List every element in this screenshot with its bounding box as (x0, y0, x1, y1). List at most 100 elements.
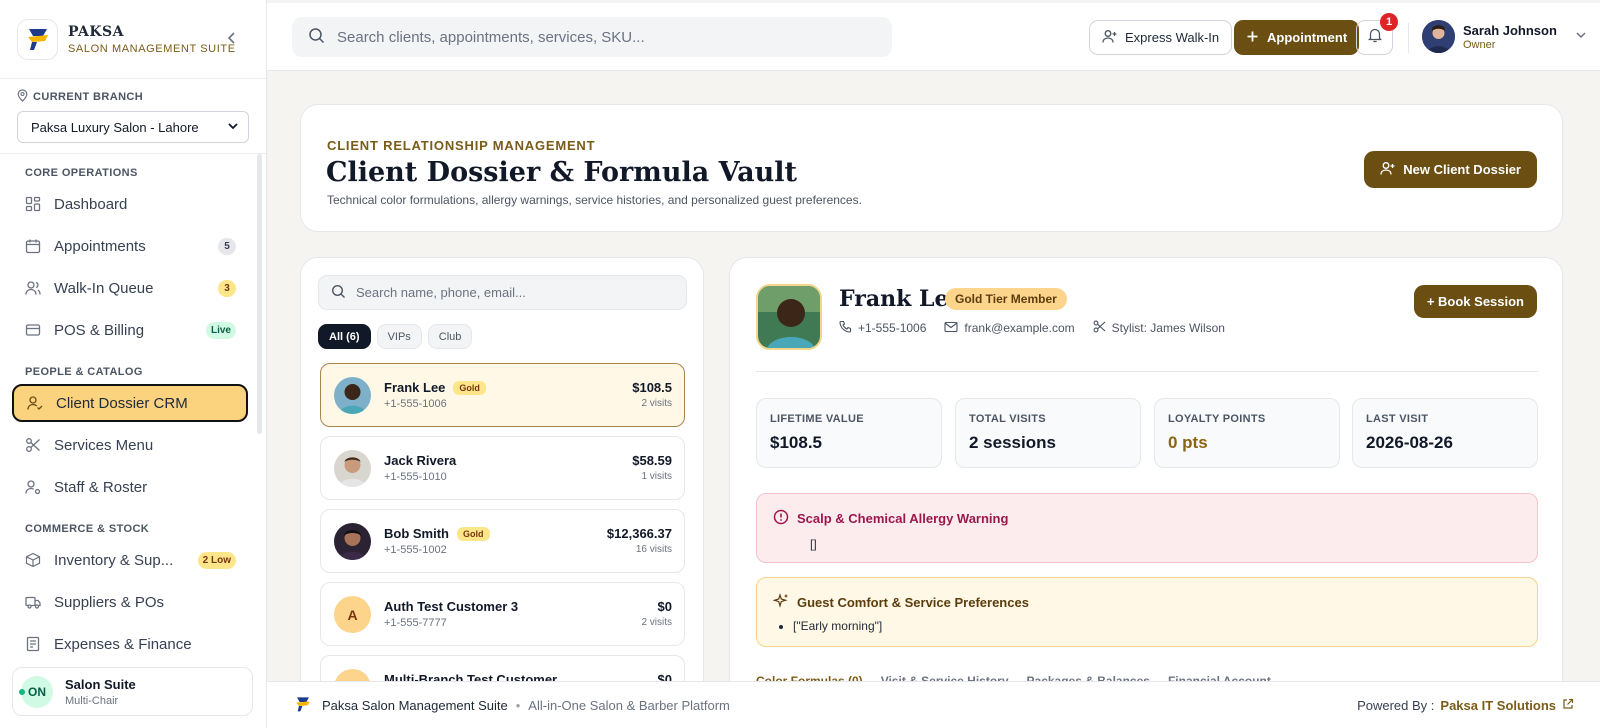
sidebar-item-walk-in-queue[interactable]: Walk-In Queue 3 (12, 269, 248, 307)
preferences-list: ["Early morning"] (793, 619, 1521, 633)
location-pin-icon (17, 89, 28, 105)
client-row[interactable]: Frank Lee Gold +1-555-1006 $108.5 2 visit… (320, 363, 685, 427)
client-name: Frank Lee (384, 380, 446, 395)
allergy-body: [] (810, 537, 817, 551)
sparkles-icon (772, 593, 789, 612)
calendar-icon (25, 238, 41, 254)
powered-by-link[interactable]: Paksa IT Solutions (1440, 698, 1556, 713)
section-core-operations: CORE OPERATIONS (25, 167, 138, 179)
preferences-title: Guest Comfort & Service Preferences (797, 595, 1029, 610)
search-placeholder: Search clients, appointments, services, … (337, 28, 645, 46)
appointments-count-badge: 5 (218, 238, 236, 255)
pos-live-badge: Live (205, 322, 236, 339)
client-avatar-initial: A (334, 596, 371, 633)
client-avatar (334, 450, 371, 487)
new-client-dossier-button[interactable]: New Client Dossier (1364, 151, 1537, 188)
sidebar-scrollbar[interactable] (257, 154, 262, 434)
receipt-icon (25, 636, 41, 652)
footer: Paksa Salon Management Suite • All-in-On… (267, 681, 1600, 728)
filter-all[interactable]: All (6) (318, 324, 371, 349)
branch-select[interactable]: Paksa Luxury Salon - Lahore (17, 111, 249, 143)
brand-logo[interactable] (17, 18, 58, 60)
stat-lifetime-value: LIFETIME VALUE $108.5 (756, 398, 942, 468)
sidebar-item-staff-roster[interactable]: Staff & Roster (12, 468, 248, 506)
sidebar-item-inventory[interactable]: Inventory & Sup... 2 Low (12, 541, 248, 579)
client-avatar (334, 523, 371, 560)
mail-icon (944, 321, 958, 336)
suite-status-card[interactable]: ON Salon Suite Multi-Chair (12, 667, 253, 716)
truck-icon (25, 594, 41, 610)
chevron-down-icon (227, 120, 239, 135)
stat-loyalty-points: LOYALTY POINTS 0 pts (1154, 398, 1340, 468)
client-email-meta[interactable]: frank@example.com (944, 320, 1075, 336)
search-icon (308, 27, 325, 48)
brand-header: PAKSA SALON MANAGEMENT SUITE (0, 0, 266, 79)
client-phone-meta[interactable]: +1-555-1006 (839, 320, 926, 336)
brand-name: PAKSA (68, 23, 125, 40)
user-name: Sarah Johnson (1463, 22, 1557, 38)
collapse-sidebar-icon[interactable] (224, 30, 242, 48)
client-detail-name: Frank Lee (839, 286, 963, 312)
suite-sub: Multi-Chair (65, 694, 119, 707)
client-filter-chips: All (6) VIPs Club (318, 324, 473, 349)
dashboard-icon (25, 196, 41, 212)
external-link-icon (1562, 698, 1574, 713)
allergy-title: Scalp & Chemical Allergy Warning (797, 511, 1009, 526)
stat-last-visit: LAST VISIT 2026-08-26 (1352, 398, 1538, 468)
client-name: Jack Rivera (384, 453, 457, 468)
client-stylist-meta: Stylist: James Wilson (1093, 320, 1225, 336)
sidebar-item-appointments[interactable]: Appointments 5 (12, 227, 248, 265)
chevron-down-icon (1575, 29, 1587, 44)
walk-in-count-badge: 3 (218, 280, 236, 297)
client-amount: $0 (657, 599, 672, 614)
page-subtitle: Technical color formulations, allergy wa… (327, 193, 862, 207)
new-appointment-button[interactable]: Appointment (1234, 20, 1360, 55)
section-people-catalog: PEOPLE & CATALOG (25, 366, 143, 378)
user-check-icon (27, 395, 43, 411)
sidebar-item-services-menu[interactable]: Services Menu (12, 426, 248, 464)
footer-product-name: Paksa Salon Management Suite (322, 697, 508, 713)
gold-tag: Gold (457, 526, 490, 541)
filter-vips[interactable]: VIPs (376, 324, 422, 349)
search-icon (331, 284, 346, 302)
user-role: Owner (1463, 38, 1496, 51)
client-visits: 2 visits (641, 398, 672, 409)
sidebar-item-pos-billing[interactable]: POS & Billing Live (12, 311, 248, 349)
sidebar-item-dashboard[interactable]: Dashboard (12, 185, 248, 223)
notifications-button[interactable]: 1 (1356, 13, 1398, 55)
client-avatar (334, 377, 371, 414)
suite-name: Salon Suite (65, 676, 136, 692)
client-row[interactable]: Bob Smith Gold +1-555-1002 $12,366.37 16 … (320, 509, 685, 573)
user-avatar (1422, 20, 1455, 53)
client-list-panel: Search name, phone, email... All (6) VIP… (300, 257, 704, 687)
allergy-warning-box: Scalp & Chemical Allergy Warning [] (756, 493, 1538, 563)
brand-subtitle: SALON MANAGEMENT SUITE (68, 42, 236, 55)
sidebar-item-client-dossier-crm[interactable]: Client Dossier CRM (12, 384, 248, 422)
global-search-input[interactable]: Search clients, appointments, services, … (292, 17, 892, 57)
client-row[interactable]: Jack Rivera +1-555-1010 $58.59 1 visits (320, 436, 685, 500)
user-menu[interactable]: Sarah Johnson Owner (1422, 20, 1587, 53)
stat-total-visits: TOTAL VISITS 2 sessions (955, 398, 1141, 468)
filter-club[interactable]: Club (427, 324, 473, 349)
users-icon (25, 280, 41, 296)
sidebar-item-expenses-finance[interactable]: Expenses & Finance (12, 625, 248, 652)
client-search-input[interactable]: Search name, phone, email... (318, 275, 687, 310)
scissors-icon (1093, 320, 1106, 336)
client-visits: 16 visits (635, 544, 672, 555)
footer-tagline: All-in-One Salon & Barber Platform (528, 697, 730, 713)
notification-count-badge: 1 (1380, 13, 1398, 31)
topbar-divider (1408, 23, 1409, 53)
scissors-icon (25, 437, 41, 453)
tier-badge: Gold Tier Member (945, 288, 1067, 310)
client-phone: +1-555-7777 (384, 617, 447, 629)
page-eyebrow: CLIENT RELATIONSHIP MANAGEMENT (327, 138, 596, 153)
book-session-button[interactable]: + Book Session (1413, 285, 1537, 318)
topbar: Search clients, appointments, services, … (267, 0, 1600, 71)
branch-selector: CURRENT BRANCH Paksa Luxury Salon - Laho… (0, 79, 266, 154)
client-visits: 1 visits (641, 471, 672, 482)
express-walk-in-button[interactable]: Express Walk-In (1089, 20, 1233, 55)
section-commerce-stock: COMMERCE & STOCK (25, 523, 150, 535)
client-name: Bob Smith (384, 526, 449, 541)
client-row[interactable]: A Auth Test Customer 3 +1-555-7777 $0 2 … (320, 582, 685, 646)
sidebar-item-suppliers-pos[interactable]: Suppliers & POs (12, 583, 248, 621)
